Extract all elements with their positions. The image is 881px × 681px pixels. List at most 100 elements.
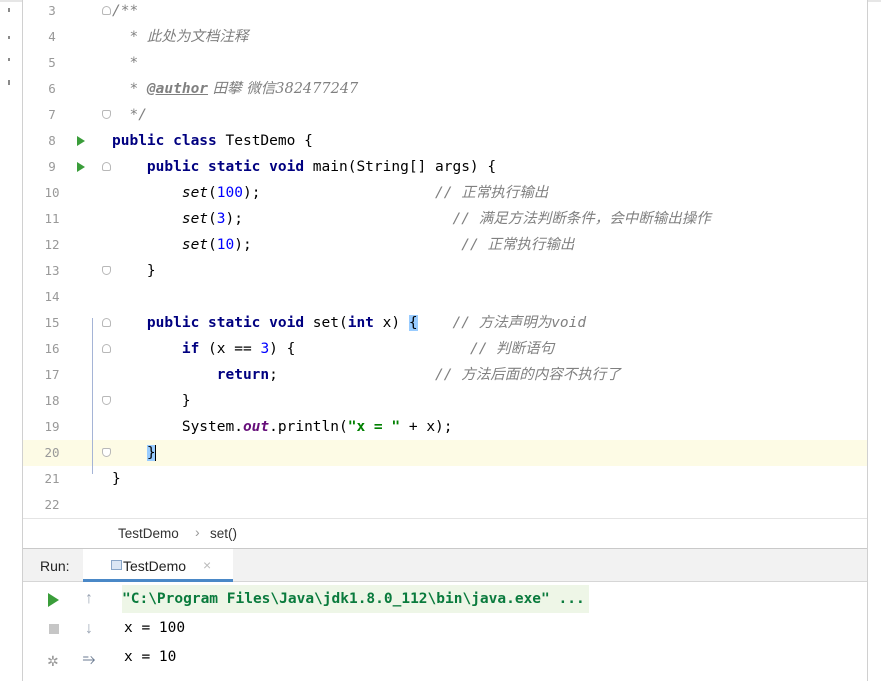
line-number: 22 xyxy=(44,497,60,512)
code-token: 此处为文档注释 xyxy=(146,29,249,45)
code-text: return; // 方法后面的内容不执行了 xyxy=(112,362,621,388)
code-token: // xyxy=(461,237,488,253)
code-editor[interactable]: 3/** 4 * 此处为文档注释 5 * 6 * @author 田攀 微信38247… xyxy=(23,0,867,518)
fold-end-marker-icon[interactable] xyxy=(102,396,111,405)
ide-window: 3/** 4 * 此处为文档注释 5 * 6 * @author 田攀 微信38247… xyxy=(22,0,868,681)
code-line[interactable]: 16 if (x == 3) { // 判断语句 xyxy=(23,336,867,362)
fold-end-marker-icon[interactable] xyxy=(102,266,111,275)
stop-icon xyxy=(49,624,59,634)
run-label: Run: xyxy=(40,558,70,574)
scroll-down-button[interactable]: ↓ xyxy=(74,615,104,643)
code-token: * xyxy=(112,55,139,71)
code-line[interactable]: 19 System.out.println("x = " + x); xyxy=(23,414,867,440)
code-token: void xyxy=(551,315,587,331)
code-token: * xyxy=(112,81,147,97)
code-text: public static void set(int x) { // 方法声明为… xyxy=(112,310,586,336)
tab-testdemo[interactable]: TestDemo × xyxy=(83,549,233,582)
code-line[interactable]: 6 * @author 田攀 微信382477247 xyxy=(23,76,867,102)
code-token: ); xyxy=(225,211,453,227)
code-token: 3 xyxy=(216,211,226,227)
run-gutter-icon[interactable] xyxy=(77,136,85,146)
code-token: set( xyxy=(312,315,348,331)
code-token: int xyxy=(347,315,383,331)
code-token: // xyxy=(435,367,462,383)
soft-wrap-button[interactable]: ⥱ xyxy=(74,646,104,674)
code-line[interactable]: 14 xyxy=(23,284,867,310)
line-number: 4 xyxy=(48,29,56,44)
code-token: 方法后面的内容不执行了 xyxy=(461,367,621,383)
fold-marker-icon[interactable] xyxy=(102,6,111,15)
rerun-button[interactable] xyxy=(38,585,68,613)
code-line[interactable]: 11 set(3); // 满足方法判断条件，会中断输出操作 xyxy=(23,206,867,232)
fold-marker-icon[interactable] xyxy=(102,162,111,171)
code-text: /** xyxy=(112,0,138,24)
code-token: 100 xyxy=(216,185,243,201)
code-line[interactable]: 5 * xyxy=(23,50,867,76)
line-number: 17 xyxy=(44,367,60,382)
code-line[interactable]: 21} xyxy=(23,466,867,492)
code-token: 满足方法判断条件，会中断输出操作 xyxy=(478,211,711,227)
code-token: set xyxy=(181,237,209,253)
code-token: } xyxy=(112,263,156,279)
code-text: } xyxy=(112,440,156,466)
code-text: * @author 田攀 微信382477247 xyxy=(112,76,358,102)
code-line[interactable]: 12 set(10); // 正常执行输出 xyxy=(23,232,867,258)
code-text: System.out.println("x = " + x); xyxy=(112,414,453,440)
fold-end-marker-icon[interactable] xyxy=(102,448,111,457)
breadcrumb: TestDemo › set() xyxy=(23,518,867,549)
code-token: + x); xyxy=(400,419,453,435)
code-token: public static void xyxy=(112,159,313,175)
debug-button[interactable]: ✲ xyxy=(38,646,68,674)
code-line[interactable]: 8 public class TestDemo { xyxy=(23,128,867,154)
line-number: 21 xyxy=(44,471,60,486)
code-token: return xyxy=(216,367,270,383)
breadcrumb-class[interactable]: TestDemo xyxy=(118,526,179,541)
scroll-up-button[interactable]: ↑ xyxy=(74,585,104,613)
method-scope-guide xyxy=(92,318,93,474)
close-icon[interactable]: × xyxy=(203,557,211,573)
soft-wrap-icon: ⥱ xyxy=(82,651,96,668)
code-token: .println( xyxy=(269,419,348,435)
line-number: 10 xyxy=(44,185,60,200)
code-line[interactable]: 7 */ xyxy=(23,102,867,128)
code-token: // xyxy=(435,185,462,201)
code-token: @author xyxy=(146,81,209,97)
code-line-current[interactable]: 20 } xyxy=(23,440,867,466)
fold-marker-icon[interactable] xyxy=(102,318,111,327)
code-text: public static void main(String[] args) { xyxy=(112,154,496,180)
code-line[interactable]: 4 * 此处为文档注释 xyxy=(23,24,867,50)
stop-button[interactable] xyxy=(38,615,68,643)
run-gutter-icon[interactable] xyxy=(77,162,85,172)
line-number: 14 xyxy=(44,289,60,304)
code-line[interactable]: 9 public static void main(String[] args)… xyxy=(23,154,867,180)
code-token: TestDemo { xyxy=(225,133,313,149)
code-token: 正常执行输出 xyxy=(487,237,575,253)
code-token: (x == xyxy=(208,341,261,357)
play-icon xyxy=(48,593,59,607)
code-line[interactable]: 18 } xyxy=(23,388,867,414)
fold-marker-icon[interactable] xyxy=(102,344,111,353)
line-number: 16 xyxy=(44,341,60,356)
code-line[interactable]: 22 xyxy=(23,492,867,518)
code-text: * xyxy=(112,50,138,76)
code-line[interactable]: 13 } xyxy=(23,258,867,284)
code-token: out xyxy=(242,419,270,435)
code-line[interactable]: 17 return; // 方法后面的内容不执行了 xyxy=(23,362,867,388)
code-text: } xyxy=(112,466,121,492)
code-line[interactable]: 15 public static void set(int x) { // 方法… xyxy=(23,310,867,336)
code-token: "x = " xyxy=(347,419,401,435)
code-token: } xyxy=(112,393,191,409)
code-line[interactable]: 10 set(100); // 正常执行输出 xyxy=(23,180,867,206)
breadcrumb-method[interactable]: set() xyxy=(210,526,237,541)
fold-end-marker-icon[interactable] xyxy=(102,110,111,119)
code-token: // xyxy=(469,341,497,357)
run-tool-window-header: Run: TestDemo × xyxy=(23,548,867,582)
line-number: 6 xyxy=(48,81,56,96)
code-line[interactable]: 3 /** xyxy=(23,0,867,24)
arrow-down-icon: ↓ xyxy=(85,620,93,637)
code-token: } xyxy=(112,471,121,487)
code-token: set xyxy=(181,185,209,201)
